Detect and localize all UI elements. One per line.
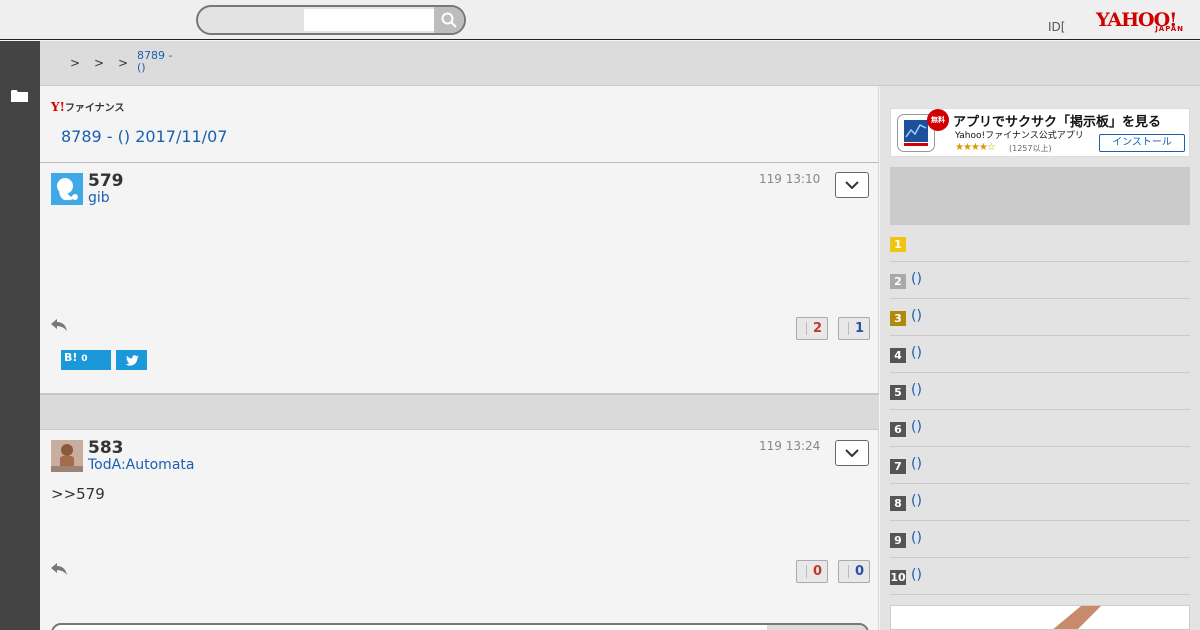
vote-down-button[interactable]: 1 xyxy=(838,317,870,340)
ranking-item[interactable]: 5 () xyxy=(890,373,1190,410)
ranking-number: 7 xyxy=(890,459,906,474)
search-icon xyxy=(441,12,457,28)
app-ad-subtitle: Yahoo!ファイナンス公式アプリ xyxy=(955,131,1084,141)
post-item: 583 TodA:Automata 119 13:24 >>579 0 0 xyxy=(40,430,879,620)
search-box xyxy=(196,5,466,35)
ranking-item[interactable]: 6 () xyxy=(890,410,1190,447)
user-photo-icon xyxy=(51,440,83,472)
ad-placeholder xyxy=(890,167,1190,225)
ranking-item[interactable]: 1 xyxy=(890,225,1190,262)
avatar[interactable] xyxy=(51,440,83,472)
vote-up-button[interactable]: 2 xyxy=(796,317,828,340)
breadcrumb-separator: > xyxy=(118,56,129,70)
finance-logo[interactable]: Y!ファイナンス xyxy=(51,99,124,114)
breadcrumb-separator: > xyxy=(70,56,81,70)
ad-image xyxy=(891,606,1189,629)
hatena-count: 0 xyxy=(81,354,88,364)
ranking-label[interactable]: () xyxy=(911,271,922,287)
ranking-number: 9 xyxy=(890,533,906,548)
breadcrumb-current[interactable]: 8789 - () xyxy=(137,50,172,74)
ranking-item[interactable]: 8 () xyxy=(890,484,1190,521)
post-body: >>579 xyxy=(51,485,105,503)
default-avatar-icon xyxy=(57,178,78,201)
ranking-item[interactable]: 3 () xyxy=(890,299,1190,336)
free-badge: 無料 xyxy=(927,109,949,131)
post-form-box[interactable] xyxy=(51,623,869,630)
app-install-banner[interactable]: 無料 アプリでサクサク「掲示板」を見る Yahoo!ファイナンス公式アプリ ★★… xyxy=(890,108,1190,157)
ranking-label[interactable]: () xyxy=(911,308,922,324)
ranking-item[interactable]: 4 () xyxy=(890,336,1190,373)
breadcrumb-separator: > xyxy=(94,56,105,70)
ranking-label[interactable]: () xyxy=(911,345,922,361)
hatena-label: B! xyxy=(64,351,78,364)
yahoo-japan-logo[interactable]: YAHOO! JAPAN xyxy=(1096,10,1188,36)
post-username[interactable]: TodA:Automata xyxy=(88,457,194,473)
post-username[interactable]: gib xyxy=(88,190,110,206)
tweet-button[interactable] xyxy=(116,350,147,370)
search-input[interactable] xyxy=(304,9,434,31)
install-button[interactable]: インストール xyxy=(1099,134,1185,152)
post-form-button-area[interactable] xyxy=(767,625,867,630)
rating-stars-icon: ★★★★☆ xyxy=(955,142,996,153)
left-sidebar xyxy=(0,41,40,630)
reply-icon[interactable] xyxy=(50,562,68,576)
post-timestamp: 119 13:24 xyxy=(759,439,821,453)
post-number: 583 xyxy=(88,438,124,458)
post-menu-button[interactable] xyxy=(835,172,869,198)
logo-sub: JAPAN xyxy=(1155,25,1184,33)
ranking-number: 5 xyxy=(890,385,906,400)
breadcrumb: > > > 8789 - () xyxy=(40,41,1200,86)
ranking-number: 8 xyxy=(890,496,906,511)
reply-icon[interactable] xyxy=(50,318,68,332)
ranking-item[interactable]: 10 () xyxy=(890,558,1190,595)
ranking-label[interactable]: () xyxy=(911,493,922,509)
ranking-label[interactable]: () xyxy=(911,382,922,398)
ranking-number: 4 xyxy=(890,348,906,363)
ranking-number: 6 xyxy=(890,422,906,437)
thread-title[interactable]: 8789 - () 2017/11/07 xyxy=(61,127,227,146)
ad-separator-band xyxy=(40,393,879,430)
vote-down-button[interactable]: 0 xyxy=(838,560,870,583)
ranking-label[interactable]: () xyxy=(911,530,922,546)
ranking-item[interactable]: 2 () xyxy=(890,262,1190,299)
ranking-number: 1 xyxy=(890,237,906,252)
hatena-bookmark-button[interactable]: B! 0 xyxy=(61,350,111,370)
avatar[interactable] xyxy=(51,173,83,205)
ranking-number: 2 xyxy=(890,274,906,289)
twitter-icon xyxy=(125,354,139,366)
ranking-number: 3 xyxy=(890,311,906,326)
folder-icon[interactable] xyxy=(11,89,28,103)
right-sidebar: 無料 アプリでサクサク「掲示板」を見る Yahoo!ファイナンス公式アプリ ★★… xyxy=(880,86,1200,630)
post-timestamp: 119 13:10 xyxy=(759,172,821,186)
top-header: ID[ YAHOO! JAPAN xyxy=(0,0,1200,40)
post-number: 579 xyxy=(88,171,124,191)
login-id-link[interactable]: ID[ xyxy=(1048,20,1065,34)
ranking-item[interactable]: 7 () xyxy=(890,447,1190,484)
chevron-down-icon xyxy=(845,449,859,457)
ranking-label[interactable]: () xyxy=(911,567,922,583)
thread-main: Y!ファイナンス 8789 - () 2017/11/07 579 gib 11… xyxy=(40,86,879,630)
bottom-ad-image[interactable] xyxy=(890,605,1190,630)
post-menu-button[interactable] xyxy=(835,440,869,466)
finance-logo-text: ファイナンス xyxy=(64,103,125,114)
ranking-item[interactable]: 9 () xyxy=(890,521,1190,558)
post-item: 579 gib 119 13:10 2 1 B! 0 xyxy=(40,163,879,393)
chevron-down-icon xyxy=(845,181,859,189)
app-ad-rating: (1257以上) xyxy=(1009,144,1052,153)
finance-logo-mark: Y! xyxy=(51,100,65,114)
search-button[interactable] xyxy=(434,7,464,33)
ranking-label[interactable]: () xyxy=(911,456,922,472)
ranking-number: 10 xyxy=(890,570,906,585)
ranking-label[interactable]: () xyxy=(911,419,922,435)
vote-up-button[interactable]: 0 xyxy=(796,560,828,583)
